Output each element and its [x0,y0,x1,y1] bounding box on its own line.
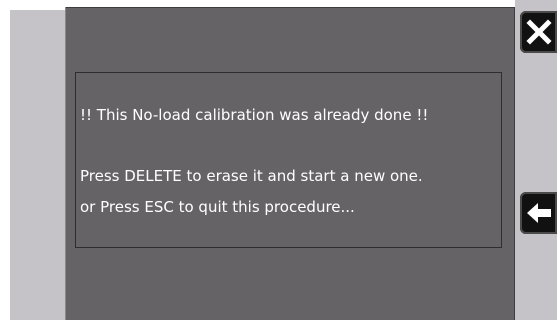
close-button[interactable] [520,11,557,53]
message-box [75,72,502,248]
message-line-esc-instruction: or Press ESC to quit this procedure... [80,198,355,216]
message-line-delete-instruction: Press DELETE to erase it and start a new… [80,167,423,185]
left-side-strip [10,10,65,320]
arrow-left-icon [525,201,553,225]
back-button[interactable] [520,192,557,234]
message-line-already-done: !! This No-load calibration was already … [80,106,429,124]
close-icon [525,19,552,45]
